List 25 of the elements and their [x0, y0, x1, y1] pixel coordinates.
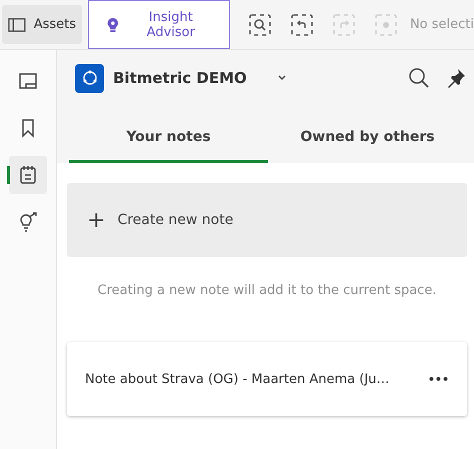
- notepad-icon: [19, 165, 37, 185]
- app-name: Bitmetric DEMO: [113, 69, 247, 87]
- note-card[interactable]: Note about Strava (OG) - Maarten Anema (Ju… •••: [67, 342, 467, 416]
- create-note-button[interactable]: + Create new note: [67, 183, 467, 257]
- pin-icon[interactable]: [446, 68, 466, 88]
- selection-status: No selecti: [410, 17, 474, 32]
- back-selection-button[interactable]: [290, 12, 314, 36]
- sheet-icon: [18, 72, 38, 90]
- panel-icon: [8, 16, 26, 32]
- tab[interactable]: Owned by others: [268, 114, 467, 163]
- assets-button[interactable]: Assets: [2, 5, 82, 44]
- bookmark-icon: [21, 118, 35, 138]
- lightbulb-eye-icon: [105, 16, 121, 34]
- tab[interactable]: Your notes: [69, 114, 268, 163]
- app-logo: [75, 64, 104, 92]
- hint-text: Creating a new note will add it to the current space.: [96, 283, 438, 298]
- sidebar-item[interactable]: [9, 156, 47, 194]
- chevron-down-icon[interactable]: [276, 74, 287, 82]
- search-icon[interactable]: [408, 67, 430, 89]
- active-indicator: [7, 166, 10, 184]
- plus-icon: +: [87, 208, 106, 232]
- insight-advisor-button[interactable]: Insight Advisor: [88, 0, 230, 49]
- more-button[interactable]: •••: [428, 372, 449, 386]
- search-selection-button[interactable]: [248, 12, 272, 36]
- note-title: Note about Strava (OG) - Maarten Anema (Ju…: [85, 372, 390, 386]
